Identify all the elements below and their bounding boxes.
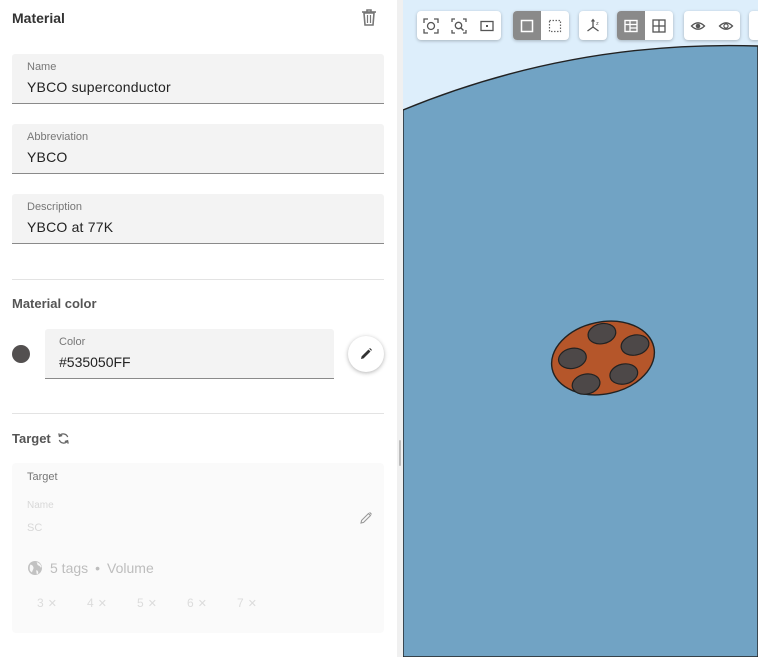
target-header: Target bbox=[12, 431, 70, 446]
axes-toolbar: z bbox=[579, 11, 607, 40]
panel-title: Material bbox=[12, 10, 65, 26]
close-icon[interactable]: ✕ bbox=[98, 597, 107, 610]
description-field[interactable]: Description YBCO at 77K bbox=[12, 194, 384, 244]
tags-count: 5 tags bbox=[50, 560, 89, 576]
target-name-label: Name bbox=[27, 500, 54, 511]
grid-view-button[interactable] bbox=[645, 11, 673, 40]
hide-icon bbox=[718, 21, 734, 30]
tag-chip-label: 4 bbox=[87, 596, 94, 610]
3d-viewport[interactable]: z bbox=[403, 0, 758, 657]
tag-chip-label: 3 bbox=[37, 596, 44, 610]
hide-button[interactable] bbox=[712, 11, 740, 40]
scene-canvas[interactable] bbox=[403, 0, 758, 657]
tag-chip-label: 5 bbox=[137, 596, 144, 610]
edit-target-button[interactable] bbox=[359, 511, 373, 530]
zoom-fit-icon bbox=[451, 17, 467, 34]
properties-panel: Material Name YBCO superconductor Abbrev… bbox=[0, 0, 397, 657]
close-icon[interactable]: ✕ bbox=[248, 597, 257, 610]
axes-button[interactable]: z bbox=[579, 11, 607, 40]
fit-all-button[interactable] bbox=[417, 11, 445, 40]
abbreviation-value: YBCO bbox=[27, 149, 68, 165]
color-swatch bbox=[12, 345, 30, 363]
edit-color-button[interactable] bbox=[348, 336, 384, 372]
wireframe-view-icon bbox=[548, 19, 562, 32]
show-button[interactable] bbox=[684, 11, 712, 40]
svg-text:z: z bbox=[596, 21, 599, 27]
close-icon[interactable]: ✕ bbox=[148, 597, 157, 610]
visibility-toolbar bbox=[684, 11, 740, 40]
zoom-fit-button[interactable] bbox=[445, 11, 473, 40]
target-heading: Target bbox=[12, 431, 51, 446]
zoom-window-icon bbox=[480, 20, 494, 31]
abbreviation-field[interactable]: Abbreviation YBCO bbox=[12, 124, 384, 174]
fit-all-icon bbox=[423, 17, 439, 34]
section-toolbar bbox=[617, 11, 673, 40]
delete-button[interactable] bbox=[360, 8, 378, 28]
pencil-icon bbox=[361, 348, 372, 359]
target-tags-row: 5 tags • Volume bbox=[27, 560, 154, 576]
tag-chip[interactable]: 5 ✕ bbox=[137, 596, 187, 610]
overflow-toolbar[interactable] bbox=[749, 11, 758, 40]
close-icon[interactable]: ✕ bbox=[48, 597, 57, 610]
section-view-icon bbox=[624, 19, 638, 32]
trash-icon bbox=[362, 9, 376, 26]
axes-icon: z bbox=[587, 18, 599, 32]
section-view-button[interactable] bbox=[617, 11, 645, 40]
target-type: Volume bbox=[107, 560, 154, 576]
grid-view-icon bbox=[652, 18, 666, 33]
shaded-view-icon bbox=[520, 19, 534, 32]
tag-chip[interactable]: 4 ✕ bbox=[87, 596, 137, 610]
tag-chip[interactable]: 6 ✕ bbox=[187, 596, 237, 610]
tag-chip-label: 6 bbox=[187, 596, 194, 610]
pencil-icon bbox=[360, 512, 372, 524]
splitter-handle[interactable] bbox=[399, 440, 401, 466]
target-name-value: SC bbox=[27, 522, 43, 534]
close-icon[interactable]: ✕ bbox=[198, 597, 207, 610]
target-card: Target Name SC 5 tags • Volume 3 ✕ 4 ✕ 5 ✕ … bbox=[12, 463, 384, 633]
color-field[interactable]: Color #535050FF bbox=[45, 329, 334, 379]
name-value: YBCO superconductor bbox=[27, 79, 171, 95]
target-card-title: Target bbox=[27, 471, 58, 483]
section-divider bbox=[12, 413, 384, 414]
abbreviation-label: Abbreviation bbox=[27, 131, 89, 143]
display-mode-toolbar bbox=[513, 11, 569, 40]
tags-separator: • bbox=[95, 560, 101, 576]
section-divider bbox=[12, 279, 384, 280]
view-fit-toolbar bbox=[417, 11, 501, 40]
globe-icon bbox=[28, 561, 42, 575]
tag-chip[interactable]: 7 ✕ bbox=[237, 596, 287, 610]
wireframe-view-button[interactable] bbox=[541, 11, 569, 40]
color-label: Color bbox=[59, 336, 86, 348]
name-field[interactable]: Name YBCO superconductor bbox=[12, 54, 384, 104]
tag-chip[interactable]: 3 ✕ bbox=[37, 596, 87, 610]
zoom-window-button[interactable] bbox=[473, 11, 501, 40]
tag-chips: 3 ✕ 4 ✕ 5 ✕ 6 ✕ 7 ✕ bbox=[37, 596, 287, 610]
name-label: Name bbox=[27, 61, 57, 73]
description-label: Description bbox=[27, 201, 83, 213]
show-icon bbox=[690, 21, 706, 30]
material-color-heading: Material color bbox=[12, 296, 97, 311]
color-value: #535050FF bbox=[59, 354, 131, 370]
shaded-view-button[interactable] bbox=[513, 11, 541, 40]
description-value: YBCO at 77K bbox=[27, 219, 114, 235]
tag-chip-label: 7 bbox=[237, 596, 244, 610]
refresh-icon[interactable] bbox=[57, 432, 70, 445]
